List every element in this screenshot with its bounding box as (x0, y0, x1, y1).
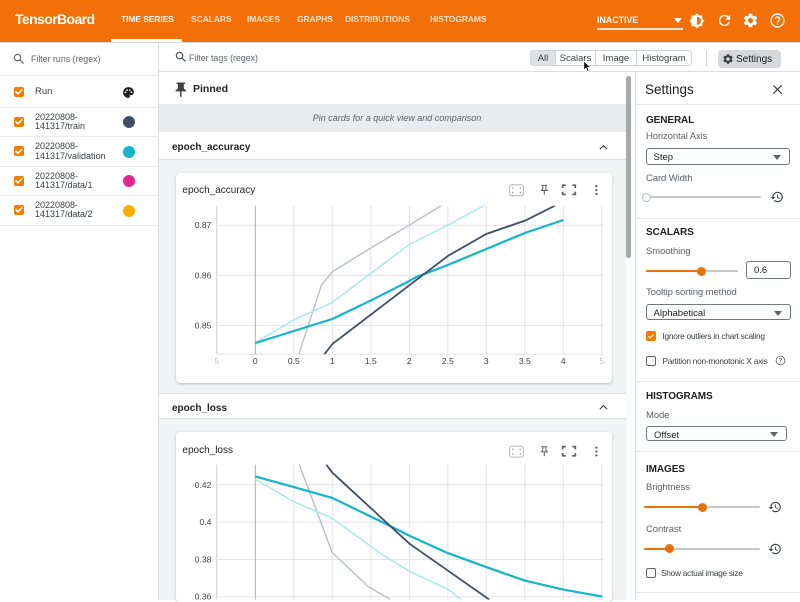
svg-text:4: 4 (561, 355, 566, 365)
svg-text:1.5: 1.5 (365, 355, 377, 365)
svg-text:0.87: 0.87 (194, 220, 211, 230)
svg-text:2: 2 (407, 355, 412, 365)
svg-text:3.5: 3.5 (519, 355, 531, 365)
svg-text:0.42: 0.42 (194, 480, 211, 490)
svg-text:0.38: 0.38 (194, 555, 211, 565)
svg-text:5: 5 (599, 355, 604, 365)
svg-text:0.36: 0.36 (194, 592, 211, 600)
svg-text:0.4: 0.4 (199, 517, 211, 527)
svg-text:0.5: 0.5 (288, 355, 300, 365)
svg-text:0: 0 (253, 355, 258, 365)
svg-text:2.5: 2.5 (442, 355, 454, 365)
svg-text:3: 3 (484, 355, 489, 365)
svg-text:?: ? (778, 359, 782, 365)
svg-text:0.86: 0.86 (194, 270, 211, 280)
svg-text:0.85: 0.85 (194, 320, 211, 330)
svg-text:1: 1 (330, 355, 335, 365)
svg-text:5: 5 (214, 355, 219, 365)
